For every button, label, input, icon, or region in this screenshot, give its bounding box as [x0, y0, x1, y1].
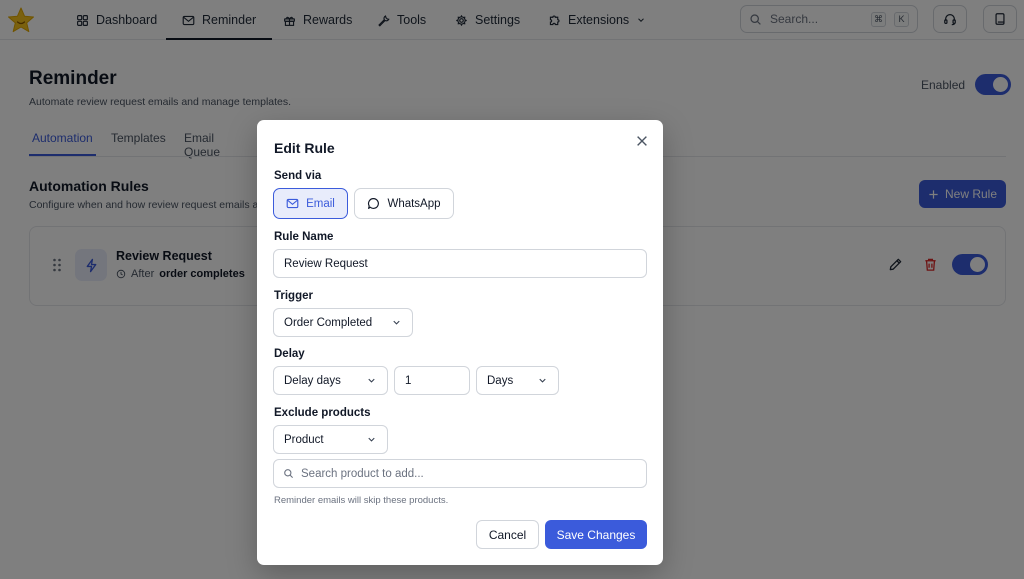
chevron-down-icon: [368, 378, 375, 383]
trigger-select[interactable]: Order Completed: [273, 308, 413, 337]
chat-bubble-icon: [368, 198, 380, 209]
product-search-placeholder: Search product to add...: [301, 467, 424, 480]
channel-email-label: Email: [306, 197, 335, 210]
delay-amount-input[interactable]: 1: [394, 366, 470, 395]
delay-type-value: Delay days: [284, 374, 341, 387]
close-icon[interactable]: [635, 134, 649, 148]
chevron-down-icon: [539, 378, 546, 383]
trigger-value: Order Completed: [284, 316, 373, 329]
exclude-type-select[interactable]: Product: [273, 425, 388, 454]
rule-name-value: Review Request: [284, 257, 368, 270]
delay-type-select[interactable]: Delay days: [273, 366, 388, 395]
exclude-type-value: Product: [284, 433, 324, 446]
trigger-label: Trigger: [274, 290, 313, 302]
chevron-down-icon: [368, 437, 375, 442]
dialog-title: Edit Rule: [274, 140, 335, 156]
edit-rule-dialog: Edit Rule Send via Email WhatsApp Rule N…: [257, 120, 663, 565]
exclude-hint: Reminder emails will skip these products…: [274, 495, 449, 506]
delay-unit-value: Days: [487, 374, 514, 387]
channel-whatsapp-option[interactable]: WhatsApp: [354, 188, 454, 219]
delay-unit-select[interactable]: Days: [476, 366, 559, 395]
channel-whatsapp-label: WhatsApp: [387, 197, 441, 210]
send-via-label: Send via: [274, 170, 322, 182]
rule-name-input[interactable]: Review Request: [273, 249, 647, 278]
channel-email-option[interactable]: Email: [273, 188, 348, 219]
cancel-button[interactable]: Cancel: [476, 520, 539, 549]
delay-label: Delay: [274, 348, 305, 360]
chevron-down-icon: [393, 320, 400, 325]
product-search-input[interactable]: Search product to add...: [273, 459, 647, 488]
rule-name-label: Rule Name: [274, 231, 334, 243]
delay-amount-value: 1: [405, 374, 412, 387]
mail-icon: [286, 198, 299, 209]
search-icon: [284, 469, 294, 479]
save-changes-button[interactable]: Save Changes: [545, 520, 647, 549]
exclude-products-label: Exclude products: [274, 407, 371, 419]
